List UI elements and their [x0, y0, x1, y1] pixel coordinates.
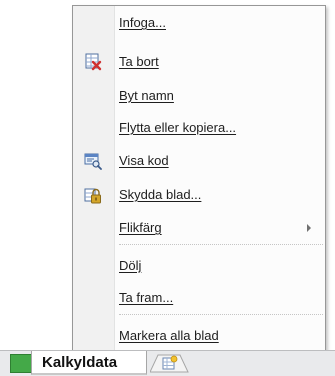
sheet-tab-bar: Kalkyldata	[0, 350, 335, 376]
menu-item-move-copy-label: Flytta eller kopiera...	[119, 120, 237, 135]
delete-sheet-icon	[84, 53, 102, 71]
menu-item-move-copy[interactable]: Flytta eller kopiera...	[73, 116, 325, 140]
menu-separator	[119, 244, 323, 245]
menu-item-select-all-sheets-label: Markera alla blad	[119, 328, 219, 343]
menu-item-insert[interactable]: Infoga...	[73, 11, 325, 35]
menu-item-tab-color-label: Flikfärg	[119, 220, 162, 235]
menu-item-view-code[interactable]: Visa kod	[73, 149, 325, 173]
insert-worksheet-icon[interactable]	[149, 354, 190, 373]
menu-separator	[119, 314, 323, 315]
protect-sheet-icon	[84, 186, 102, 204]
menu-item-unhide[interactable]: Ta fram...	[73, 286, 325, 310]
sheet-tab-active[interactable]: Kalkyldata	[31, 351, 147, 375]
menu-item-delete-label: Ta bort	[119, 54, 159, 69]
menu-item-tab-color[interactable]: Flikfärg	[73, 216, 325, 240]
menu-item-select-all-sheets[interactable]: Markera alla blad	[73, 324, 325, 348]
sheet-tab-color-marker	[10, 354, 32, 373]
sheet-tab-label: Kalkyldata	[42, 354, 118, 371]
menu-item-rename-label: Byt namn	[119, 88, 174, 103]
submenu-arrow-icon	[307, 224, 311, 232]
menu-item-unhide-label: Ta fram...	[119, 290, 174, 305]
menu-item-hide[interactable]: Dölj	[73, 254, 325, 278]
sheet-tab-context-menu: Infoga... Ta bort Byt namn Flytta eller …	[72, 5, 326, 353]
menu-item-insert-label: Infoga...	[119, 15, 166, 30]
menu-item-hide-label: Dölj	[119, 258, 142, 273]
view-code-icon	[84, 152, 102, 170]
menu-item-protect-sheet-label: Skydda blad...	[119, 187, 202, 202]
stage: Infoga... Ta bort Byt namn Flytta eller …	[0, 0, 335, 376]
menu-item-rename[interactable]: Byt namn	[73, 84, 325, 108]
menu-item-protect-sheet[interactable]: Skydda blad...	[73, 183, 325, 207]
menu-item-delete[interactable]: Ta bort	[73, 50, 325, 74]
menu-item-view-code-label: Visa kod	[119, 153, 169, 168]
